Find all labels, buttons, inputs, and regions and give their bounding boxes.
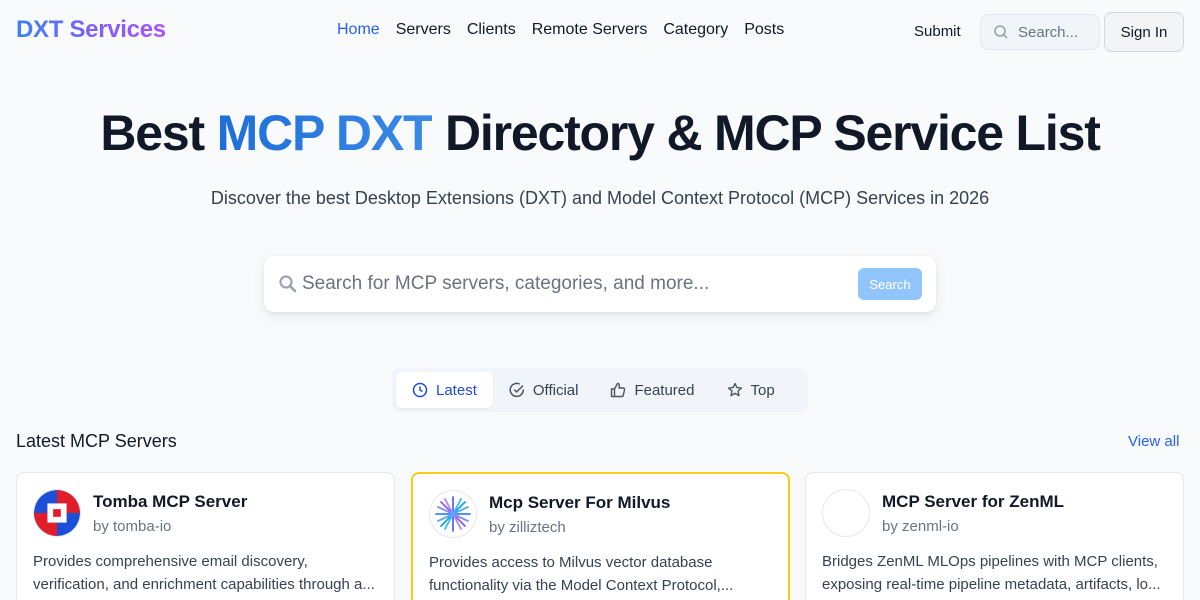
header-search-input[interactable]: Search... (980, 14, 1100, 50)
tab-latest-label: Latest (436, 381, 477, 399)
hero-search-placeholder: Search for MCP servers, categories, and … (302, 273, 710, 294)
nav-home[interactable]: Home (337, 21, 380, 39)
hero-title-after: Directory & MCP Service List (432, 105, 1101, 161)
card-description: Provides access to Milvus vector databas… (429, 554, 734, 594)
sign-in-button[interactable]: Sign In (1104, 12, 1184, 52)
card-description: Bridges ZenML MLOps pipelines with MCP c… (822, 553, 1161, 593)
search-icon (994, 25, 1008, 39)
card-description: Provides comprehensive email discovery, … (33, 553, 375, 593)
main-nav: Home Servers Clients Remote Servers Cate… (337, 21, 784, 39)
clock-icon (412, 382, 428, 398)
server-tabs: Latest Official Featured Top (392, 368, 808, 412)
tab-featured-label: Featured (634, 381, 695, 399)
nav-clients[interactable]: Clients (467, 21, 516, 39)
tomba-logo-icon (33, 489, 81, 537)
tab-top-label: Top (750, 381, 775, 399)
card-author: by tomba-io (93, 518, 172, 535)
view-all-link[interactable]: View all (1128, 433, 1179, 450)
card-author: by zenml-io (882, 518, 959, 535)
header-search-placeholder: Search... (1018, 23, 1079, 41)
hero-title-accent: MCP DXT (216, 105, 434, 161)
thumbs-up-icon (611, 382, 626, 398)
tab-official[interactable]: Official (493, 372, 595, 408)
check-circle-icon (509, 382, 524, 398)
submit-link[interactable]: Submit (914, 23, 961, 40)
tab-official-label: Official (532, 381, 579, 399)
tab-featured[interactable]: Featured (594, 372, 710, 408)
card-title[interactable]: Tomba MCP Server (93, 492, 247, 512)
nav-remote-servers[interactable]: Remote Servers (532, 21, 648, 39)
server-card-tomba[interactable]: Tomba MCP Server by tomba-io Provides co… (16, 472, 395, 600)
server-card-zenml[interactable]: MCP Server for ZenML by zenml-io Bridges… (805, 472, 1184, 600)
card-title[interactable]: Mcp Server For Milvus (489, 493, 670, 513)
nav-category[interactable]: Category (663, 21, 728, 39)
card-author: by zilliztech (489, 519, 566, 536)
nav-servers[interactable]: Servers (396, 21, 451, 39)
card-title[interactable]: MCP Server for ZenML (882, 492, 1064, 512)
milvus-logo-icon (429, 490, 477, 538)
nav-posts[interactable]: Posts (744, 21, 784, 39)
section-title: Latest MCP Servers (16, 431, 177, 451)
tab-top[interactable]: Top (711, 372, 791, 408)
star-icon (727, 382, 742, 397)
server-card-milvus[interactable]: Mcp Server For Milvus by zilliztech Prov… (411, 472, 790, 600)
hero-search-button[interactable]: Search (858, 268, 922, 300)
hero-subtitle: Discover the best Desktop Extensions (DX… (210, 188, 990, 208)
hero-title-before: Best (100, 105, 217, 161)
magnifier-icon (279, 275, 297, 293)
site-logo[interactable]: DXT Services (16, 16, 166, 44)
site-header: DXT Services Home Servers Clients Remote… (0, 0, 1200, 64)
hero-title: Best MCP DXT Directory & MCP Service Lis… (0, 104, 1200, 162)
zenml-logo-icon (822, 489, 870, 537)
tab-latest[interactable]: Latest (396, 372, 493, 408)
hero-search-input[interactable]: Search for MCP servers, categories, and … (264, 256, 936, 312)
